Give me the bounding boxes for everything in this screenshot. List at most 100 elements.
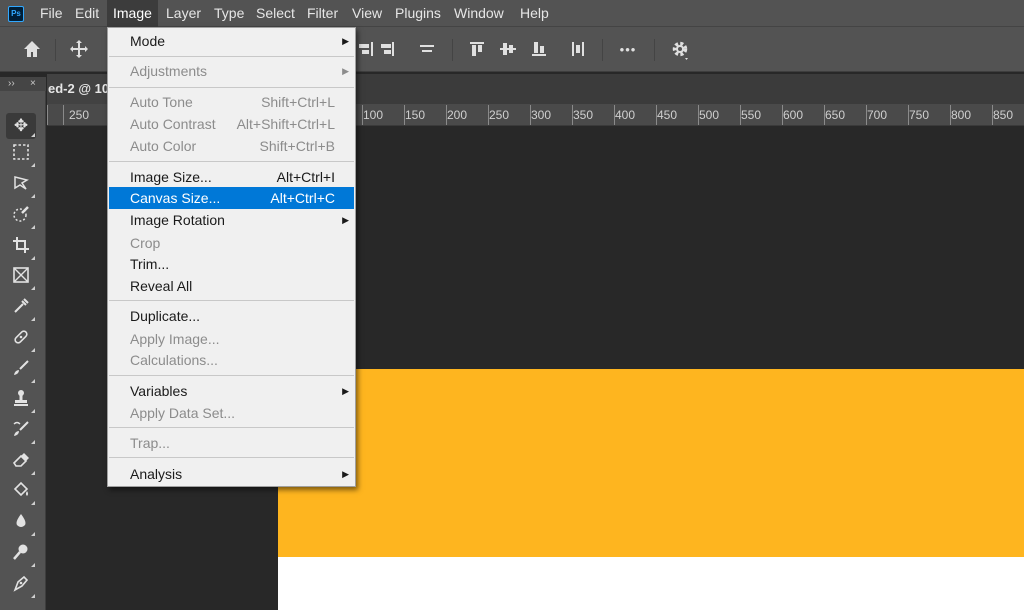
menu-item-mode[interactable]: Mode ▶ xyxy=(109,30,354,52)
menu-separator xyxy=(109,427,354,429)
submenu-arrow-icon: ▶ xyxy=(342,469,349,479)
close-panel-icon[interactable]: × xyxy=(30,77,36,91)
options-separator xyxy=(55,39,56,61)
ruler-label: 400 xyxy=(615,108,636,122)
eyedropper-tool-icon[interactable] xyxy=(6,297,36,323)
menu-separator xyxy=(109,375,354,377)
ruler-label: 750 xyxy=(909,108,930,122)
menu-bar: Ps File Edit Image Layer Type Select Fil… xyxy=(0,0,1024,27)
photoshop-logo-icon[interactable]: Ps xyxy=(8,6,24,22)
ruler-label: 100 xyxy=(363,108,384,122)
more-icon[interactable]: ••• xyxy=(617,39,639,61)
ruler-label: 800 xyxy=(951,108,972,122)
history-brush-tool-icon[interactable] xyxy=(6,420,36,446)
menu-item-auto-tone[interactable]: Auto Tone Shift+Ctrl+L xyxy=(109,91,354,113)
menu-filter[interactable]: Filter xyxy=(301,0,344,27)
settings-icon[interactable] xyxy=(670,39,692,61)
menu-edit[interactable]: Edit xyxy=(69,0,105,27)
ruler-tick xyxy=(47,105,48,125)
frame-tool-icon[interactable] xyxy=(6,266,36,292)
menu-item-apply-image[interactable]: Apply Image... xyxy=(109,328,354,350)
align-top-icon[interactable] xyxy=(466,39,488,61)
menu-item-apply-data-set[interactable]: Apply Data Set... xyxy=(109,402,354,424)
marquee-tool-icon[interactable] xyxy=(6,143,36,169)
distribute-horizontal-icon[interactable] xyxy=(416,39,438,61)
ruler-label: 450 xyxy=(657,108,678,122)
menu-item-variables[interactable]: Variables ▶ xyxy=(109,380,354,402)
clone-stamp-tool-icon[interactable] xyxy=(6,389,36,415)
brush-tool-icon[interactable] xyxy=(6,359,36,385)
canvas-white-block[interactable] xyxy=(278,557,1024,610)
menu-item-duplicate[interactable]: Duplicate... xyxy=(109,305,354,327)
crop-tool-icon[interactable] xyxy=(6,236,36,262)
menu-item-trim[interactable]: Trim... xyxy=(109,253,354,275)
menu-window[interactable]: Window xyxy=(448,0,510,27)
menu-item-canvas-size[interactable]: Canvas Size... Alt+Ctrl+C xyxy=(109,187,354,209)
menu-item-analysis[interactable]: Analysis ▶ xyxy=(109,463,354,485)
pen-tool-icon[interactable] xyxy=(6,574,36,600)
align-right-icon[interactable] xyxy=(354,39,376,61)
submenu-arrow-icon: ▶ xyxy=(342,66,349,76)
menu-help[interactable]: Help xyxy=(514,0,555,27)
home-icon[interactable] xyxy=(21,39,43,61)
eraser-tool-icon[interactable] xyxy=(6,451,36,477)
menu-separator xyxy=(109,300,354,302)
menu-item-trap[interactable]: Trap... xyxy=(109,432,354,454)
quick-selection-tool-icon[interactable] xyxy=(6,205,36,231)
submenu-arrow-icon: ▶ xyxy=(342,215,349,225)
options-separator xyxy=(602,39,603,61)
ruler-label: 250 xyxy=(489,108,510,122)
options-separator xyxy=(452,39,453,61)
ruler-label: 550 xyxy=(741,108,762,122)
ruler-label: 850 xyxy=(993,108,1014,122)
menu-file[interactable]: File xyxy=(34,0,69,27)
options-separator xyxy=(654,39,655,61)
menu-separator xyxy=(109,457,354,459)
move-tool-icon[interactable]: ✥ xyxy=(6,113,36,139)
image-menu-dropdown: Mode ▶ Adjustments ▶ Auto Tone Shift+Ctrl+L… xyxy=(107,27,356,487)
tools-panel-header: ›› × xyxy=(0,77,46,91)
ruler-tick xyxy=(63,105,64,125)
ruler-label: 600 xyxy=(783,108,804,122)
ruler-label: 700 xyxy=(867,108,888,122)
menu-plugins[interactable]: Plugins xyxy=(389,0,447,27)
menu-separator xyxy=(109,161,354,163)
lasso-tool-icon[interactable] xyxy=(6,174,36,200)
distribute-icon[interactable] xyxy=(567,39,589,61)
ruler-label: 200 xyxy=(447,108,468,122)
expand-panel-icon[interactable]: ›› xyxy=(8,77,15,91)
menu-separator xyxy=(109,56,354,58)
canvas-orange-block[interactable] xyxy=(278,369,1024,557)
menu-layer[interactable]: Layer xyxy=(160,0,207,27)
align-edge-icon[interactable] xyxy=(376,39,398,61)
menu-item-auto-contrast[interactable]: Auto Contrast Alt+Shift+Ctrl+L xyxy=(109,113,354,135)
submenu-arrow-icon: ▶ xyxy=(342,386,349,396)
menu-item-auto-color[interactable]: Auto Color Shift+Ctrl+B xyxy=(109,135,354,157)
ruler-label: 150 xyxy=(405,108,426,122)
ruler-label: 500 xyxy=(699,108,720,122)
ruler-label: 300 xyxy=(531,108,552,122)
menu-image[interactable]: Image xyxy=(107,0,158,27)
menu-item-image-size[interactable]: Image Size... Alt+Ctrl+I xyxy=(109,166,354,188)
align-bottom-icon[interactable] xyxy=(528,39,550,61)
menu-item-calculations[interactable]: Calculations... xyxy=(109,349,354,371)
submenu-arrow-icon: ▶ xyxy=(342,36,349,46)
menu-item-crop[interactable]: Crop xyxy=(109,232,354,254)
dodge-tool-icon[interactable] xyxy=(6,543,36,569)
menu-item-image-rotation[interactable]: Image Rotation ▶ xyxy=(109,209,354,231)
healing-brush-tool-icon[interactable] xyxy=(6,328,36,354)
menu-type[interactable]: Type xyxy=(208,0,250,27)
menu-separator xyxy=(109,87,354,89)
menu-select[interactable]: Select xyxy=(250,0,301,27)
ruler-label: 250 xyxy=(69,108,90,122)
menu-view[interactable]: View xyxy=(346,0,388,27)
paint-bucket-tool-icon[interactable] xyxy=(6,481,36,507)
blur-tool-icon[interactable] xyxy=(6,512,36,538)
move-icon[interactable] xyxy=(68,39,90,61)
tools-panel: ›› × ✥ xyxy=(0,77,46,610)
menu-item-reveal-all[interactable]: Reveal All xyxy=(109,275,354,297)
ruler-label: 350 xyxy=(573,108,594,122)
menu-item-adjustments[interactable]: Adjustments ▶ xyxy=(109,60,354,82)
ruler-label: 650 xyxy=(825,108,846,122)
align-vertical-center-icon[interactable] xyxy=(497,39,519,61)
